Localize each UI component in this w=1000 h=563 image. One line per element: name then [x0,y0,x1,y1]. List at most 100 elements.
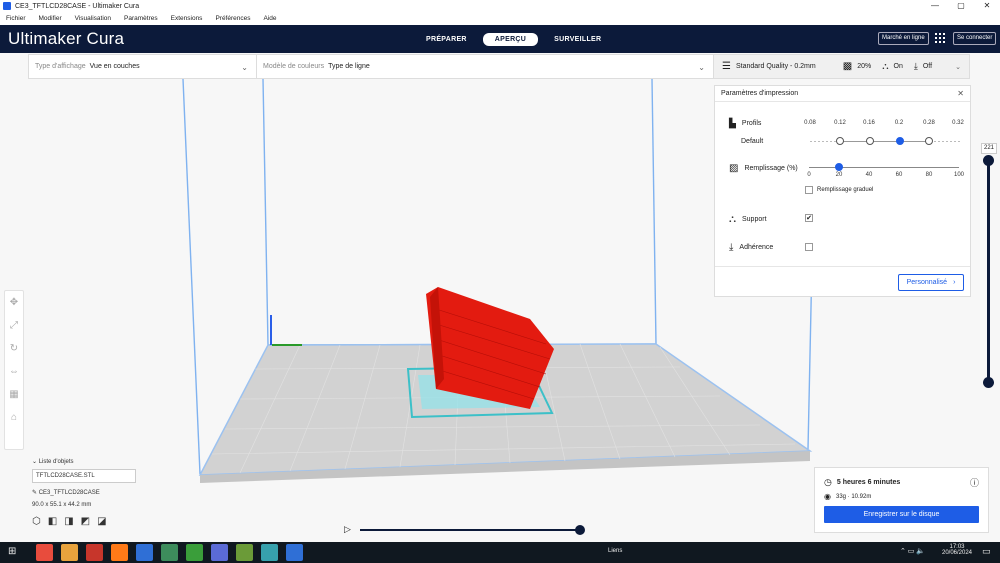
play-icon[interactable]: ▷ [344,524,351,535]
taskbar-app-icon[interactable] [111,544,128,561]
material-usage: 33g · 10.92m [835,493,872,500]
taskbar-app-icon[interactable] [161,544,178,561]
model-layers[interactable] [426,287,554,409]
per-model-settings-icon[interactable]: ▦ [9,389,18,400]
menu-parametres[interactable]: Paramètres [124,15,158,22]
taskbar-app-icon[interactable] [36,544,53,561]
window-title: CE3_TFTLCD28CASE - Ultimaker Cura [15,2,140,10]
save-to-disk-button[interactable]: Enregistrer sur le disque [824,506,979,523]
brand-logo: Ultimaker Cura [8,29,125,48]
apps-grid-icon[interactable] [935,33,945,43]
taskbar-app-icon[interactable] [286,544,303,561]
custom-settings-button[interactable]: Personnalisé › [898,274,964,291]
taskbar-app-icon[interactable] [136,544,153,561]
layer-height-option[interactable] [836,137,844,145]
minimize-button[interactable]: — [922,0,948,12]
view-left-icon[interactable]: ◩ [81,516,90,527]
menu-bar: Fichier Modifier Visualisation Paramètre… [0,12,1000,25]
object-list-header[interactable]: ⌄ Liste d'objets [32,458,142,465]
view-3d-icon[interactable]: ⬡ [32,516,41,527]
simulation-track[interactable] [360,529,580,531]
camera-view-buttons: ⬡ ◧ ◨ ◩ ◪ [32,516,142,527]
infill-icon: ▩ [842,61,853,72]
layer-slider-bottom-handle[interactable] [983,377,994,388]
close-icon[interactable]: ✕ [957,89,964,98]
object-list: ⌄ Liste d'objets TFTLCD28CASE.STL ✎ CE3_… [32,458,142,527]
menu-preferences[interactable]: Préférences [215,15,250,22]
color-model-select[interactable]: Modèle de couleurs Type de ligne ⌄ [257,55,714,78]
chevron-right-icon: › [953,279,956,286]
move-tool-icon[interactable]: ✥ [10,297,18,308]
view-type-select[interactable]: Type d'affichage Vue en couches ⌄ [29,55,257,78]
layer-slider-top-handle[interactable] [983,155,994,166]
marketplace-button[interactable]: Marché en ligne [878,32,929,45]
infill-slider-handle[interactable] [835,163,843,171]
layer-slider[interactable]: 221 [981,143,997,388]
close-button[interactable]: ✕ [974,0,1000,12]
chevron-down-icon[interactable]: ⌄ [955,63,961,71]
menu-modifier[interactable]: Modifier [39,15,62,22]
support-label: Support [742,216,767,223]
cura-app-icon [3,2,11,10]
gradual-infill-checkbox[interactable] [805,186,813,194]
chevron-down-icon: ⌄ [241,63,248,72]
taskbar-links[interactable]: Liens [608,548,622,554]
print-settings-panel: Paramètres d'impression ✕ ▙ Profils 0.08… [714,85,971,297]
tab-apercu[interactable]: APERÇU [482,33,539,46]
object-entry[interactable]: TFTLCD28CASE.STL [32,469,136,483]
taskbar-app-icon[interactable] [261,544,278,561]
info-icon[interactable]: ⓘ [970,476,979,489]
system-tray-icons[interactable]: ⌃ ▭ 🔈 [900,547,925,555]
infill-slider-track[interactable] [809,167,959,168]
taskbar-app-icon[interactable] [86,544,103,561]
menu-fichier[interactable]: Fichier [6,15,26,22]
print-settings-summary[interactable]: ☰ Standard Quality - 0.2mm ▩ 20% ⛬ On ⤓ … [714,55,969,78]
layer-number[interactable]: 221 [981,143,997,154]
layer-height-option[interactable] [925,137,933,145]
windows-taskbar: ⊞ Liens ⌃ ▭ 🔈 17:03 20/06/2024 ▭ [0,542,1000,563]
app-header: Ultimaker Cura PRÉPARER APERÇU SURVEILLE… [0,25,1000,53]
notification-icon[interactable]: ▭ [982,546,991,557]
rotate-tool-icon[interactable]: ↻ [10,343,18,354]
windows-start-icon[interactable]: ⊞ [8,546,16,557]
taskbar-app-icon[interactable] [61,544,78,561]
adhesion-checkbox[interactable] [805,243,813,251]
menu-visualisation[interactable]: Visualisation [75,15,111,22]
tab-preparer[interactable]: PRÉPARER [414,33,479,46]
support-icon: ⛬ [729,214,736,225]
print-time: 5 heures 6 minutes [836,479,901,486]
view-front-icon[interactable]: ◧ [48,516,57,527]
object-dimensions: 90.0 x 55.1 x 44.2 mm [32,502,92,508]
menu-aide[interactable]: Aide [263,15,276,22]
profile-name: Default [741,138,764,145]
signin-button[interactable]: Se connecter [953,32,997,45]
profiles-label: Profils [741,120,762,127]
view-right-icon[interactable]: ◪ [97,516,106,527]
support-blocker-icon[interactable]: ⌂ [11,412,17,423]
support-checkbox[interactable]: ✔ [805,214,813,222]
layer-height-selected[interactable] [896,137,904,145]
maximize-button[interactable]: ▢ [948,0,974,12]
print-estimate-panel: ◷ 5 heures 6 minutes ⓘ ◉ 33g · 10.92m En… [814,467,989,533]
view-top-icon[interactable]: ◨ [64,516,73,527]
scale-tool-icon[interactable]: ⤢ [10,320,18,331]
layer-height-option[interactable] [866,137,874,145]
stage-tabs: PRÉPARER APERÇU SURVEILLER [414,33,617,46]
taskbar-clock[interactable]: 17:03 20/06/2024 [940,544,974,556]
taskbar-app-icon[interactable] [236,544,253,561]
simulation-handle[interactable] [575,525,585,535]
object-name[interactable]: ✎ CE3_TFTLCD28CASE [32,489,142,496]
panel-title: Paramètres d'impression [721,90,799,97]
taskbar-app-icon[interactable] [186,544,203,561]
support-icon: ⛬ [882,61,889,71]
tool-sidebar: ✥ ⤢ ↻ ⇔ ▦ ⌂ [4,290,24,450]
taskbar-app-icon[interactable] [211,544,228,561]
chevron-down-icon: ⌄ [698,63,705,72]
adhesion-summary: Off [922,63,933,70]
tab-surveiller[interactable]: SURVEILLER [542,33,613,46]
mirror-tool-icon[interactable]: ⇔ [9,366,19,377]
sliders-icon: ☰ [722,61,731,72]
taskbar-apps [36,544,303,561]
menu-extensions[interactable]: Extensions [171,15,203,22]
view-type-value: Vue en couches [89,63,140,70]
